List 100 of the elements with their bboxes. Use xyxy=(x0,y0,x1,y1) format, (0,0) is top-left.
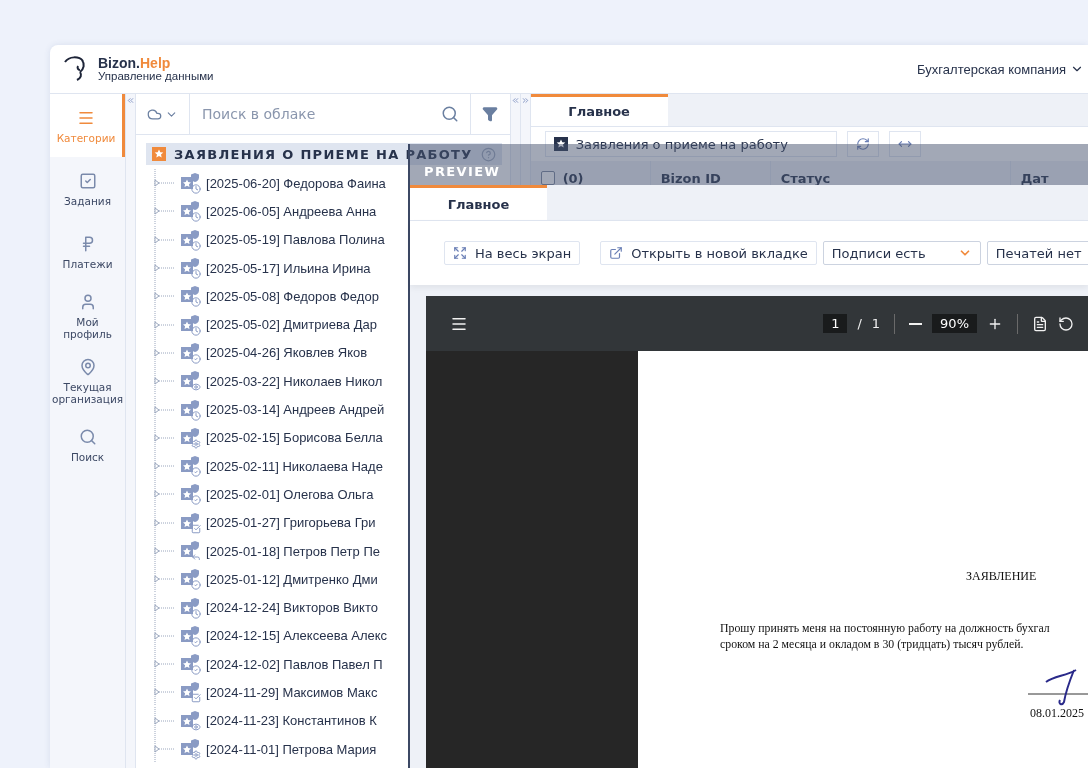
tree-connector-icon xyxy=(154,508,177,537)
tree-item[interactable]: [2025-06-05] Андреева Анна xyxy=(154,197,377,226)
open-tab-button[interactable]: Открыть в новой вкладке xyxy=(600,241,817,265)
tree-connector-icon xyxy=(154,706,177,735)
document-gear-icon xyxy=(180,426,203,449)
minus-icon xyxy=(909,322,923,325)
tree-item[interactable]: [2024-12-15] Алексеева Алекс xyxy=(154,621,388,651)
brand-name: Bizon.Help xyxy=(98,55,172,71)
tree-connector-icon xyxy=(154,197,177,226)
brand-subtitle: Управление данными xyxy=(98,70,214,83)
page-icon xyxy=(1032,315,1048,332)
zoom-out-button[interactable] xyxy=(909,322,923,325)
tree-connector-icon xyxy=(154,452,177,481)
menu-icon xyxy=(77,109,95,127)
tree-item[interactable]: [2024-11-01] Петрова Мария xyxy=(154,734,377,764)
document-clock-icon xyxy=(180,313,203,336)
sidebar-item[interactable]: Платежи xyxy=(50,220,126,283)
tree-item[interactable]: [2024-11-23] Константинов К xyxy=(154,706,377,735)
document-check-circle-icon xyxy=(180,483,203,506)
document-clock-icon xyxy=(180,257,203,280)
tree-connector-icon xyxy=(154,565,177,594)
tree-connector-icon xyxy=(154,310,177,339)
tree-connector-icon xyxy=(154,593,177,622)
tree-connector-icon xyxy=(154,338,177,367)
tree-connector-icon xyxy=(154,678,177,707)
select-field[interactable]: Печатей нет xyxy=(986,241,1088,265)
tree-connector-icon xyxy=(154,621,177,650)
page-number-field[interactable]: 1 xyxy=(823,314,848,333)
sidebar-item[interactable]: Текущая организация xyxy=(50,348,126,413)
tree-connector-icon xyxy=(154,225,177,254)
tree-item[interactable]: [2024-12-02] Павлов Павел П xyxy=(154,650,383,679)
rotate-icon xyxy=(1058,315,1074,332)
tree-connector-icon xyxy=(154,650,177,679)
star-icon xyxy=(152,147,167,161)
tree-item[interactable]: [2025-06-20] Федорова Фаина xyxy=(154,169,386,198)
document-check-circle-icon xyxy=(180,455,203,478)
company-selector[interactable]: Бухгалтерская компания xyxy=(917,61,1084,77)
star-icon xyxy=(553,137,568,151)
tree-item[interactable]: [2025-03-14] Андреев Андрей xyxy=(154,395,385,424)
document-text-line: Прошу принять меня на постоянную работу на должность бухгал xyxy=(720,620,1051,636)
document-heading: ЗАЯВЛЕНИЕ xyxy=(966,569,1037,584)
document-checkbox-icon xyxy=(180,681,203,704)
tab[interactable]: Главное xyxy=(530,94,668,126)
document-clock-icon xyxy=(180,398,203,421)
external-link-icon xyxy=(609,246,624,260)
resize-button[interactable] xyxy=(888,131,921,157)
sidebar-item[interactable]: Мой профиль xyxy=(50,283,126,348)
tree-connector-icon xyxy=(154,254,177,283)
sidebar-item[interactable]: Поиск xyxy=(50,413,126,476)
tree-connector-icon xyxy=(154,537,177,565)
document-clock-icon xyxy=(180,228,203,251)
tree-connector-icon xyxy=(154,735,177,764)
fit-page-button[interactable] xyxy=(1032,315,1048,332)
document-check-circle-icon xyxy=(180,568,203,591)
document-check-circle-icon xyxy=(180,341,203,364)
document-eye-icon xyxy=(180,370,203,393)
tree-item[interactable]: [2025-05-08] Федоров Федор xyxy=(154,282,379,311)
tree-item[interactable]: [2025-01-27] Григорьева Гри xyxy=(154,508,376,537)
pin-icon xyxy=(78,358,97,376)
refresh-button[interactable] xyxy=(846,131,879,157)
tree-connector-icon xyxy=(154,423,177,452)
rotate-button[interactable] xyxy=(1058,315,1074,332)
tree-item[interactable]: [2025-01-12] Дмитренко Дми xyxy=(154,565,378,594)
tree-item[interactable]: [2025-02-15] Борисова Белла xyxy=(154,423,383,452)
tree-item[interactable]: [2025-05-19] Павлова Полина xyxy=(154,225,385,254)
tree-item[interactable]: [2025-02-11] Николаева Наде xyxy=(154,451,383,481)
tree-item[interactable]: [2025-05-02] Дмитриева Дар xyxy=(154,310,377,339)
sidebar-item[interactable]: Задания xyxy=(50,157,126,220)
tree-item[interactable]: [2025-04-26] Яковлев Яков xyxy=(154,338,368,368)
tree-item[interactable]: [2025-05-17] Ильина Ирина xyxy=(154,253,371,283)
tree-connector-icon xyxy=(154,169,177,198)
tree-connector-icon xyxy=(154,367,177,396)
checkbox-icon xyxy=(78,172,97,190)
tree-item[interactable]: [2025-01-18] Петров Петр Пе xyxy=(154,536,380,566)
tree-item[interactable]: [2025-02-01] Олегова Ольга xyxy=(154,480,374,509)
search-icon xyxy=(78,428,97,446)
tree-connector-icon xyxy=(154,282,177,311)
document-date: 08.01.2025 xyxy=(1030,706,1084,721)
document-clock-icon xyxy=(180,596,203,619)
preview-title: PREVIEW xyxy=(424,164,501,179)
document-check-circle-icon xyxy=(180,653,203,676)
zoom-field[interactable]: 90% xyxy=(932,314,977,333)
fullscreen-button[interactable]: На весь экран xyxy=(444,241,581,265)
select-field[interactable]: Подписи есть xyxy=(822,241,981,265)
page-total: 1 xyxy=(871,316,881,331)
tab[interactable]: Главное xyxy=(410,185,547,220)
tree-item[interactable]: [2024-11-29] Максимов Макс xyxy=(154,678,378,707)
document-checkbox-icon xyxy=(180,511,203,534)
document-clock-icon xyxy=(180,285,203,308)
document-gear-icon xyxy=(180,738,203,761)
filter-icon xyxy=(482,106,499,122)
tree-item[interactable]: [2025-03-22] Николаев Никол xyxy=(154,367,383,396)
search-icon xyxy=(440,105,459,123)
refresh-icon xyxy=(855,137,870,151)
page-separator: / xyxy=(857,316,862,331)
document-reply-arrow-icon xyxy=(180,540,203,562)
tree-connector-icon xyxy=(154,480,177,509)
document-check-circle-icon xyxy=(180,624,203,647)
tree-item[interactable]: [2024-12-24] Викторов Викто xyxy=(154,593,378,622)
document-eye-icon xyxy=(180,709,203,732)
